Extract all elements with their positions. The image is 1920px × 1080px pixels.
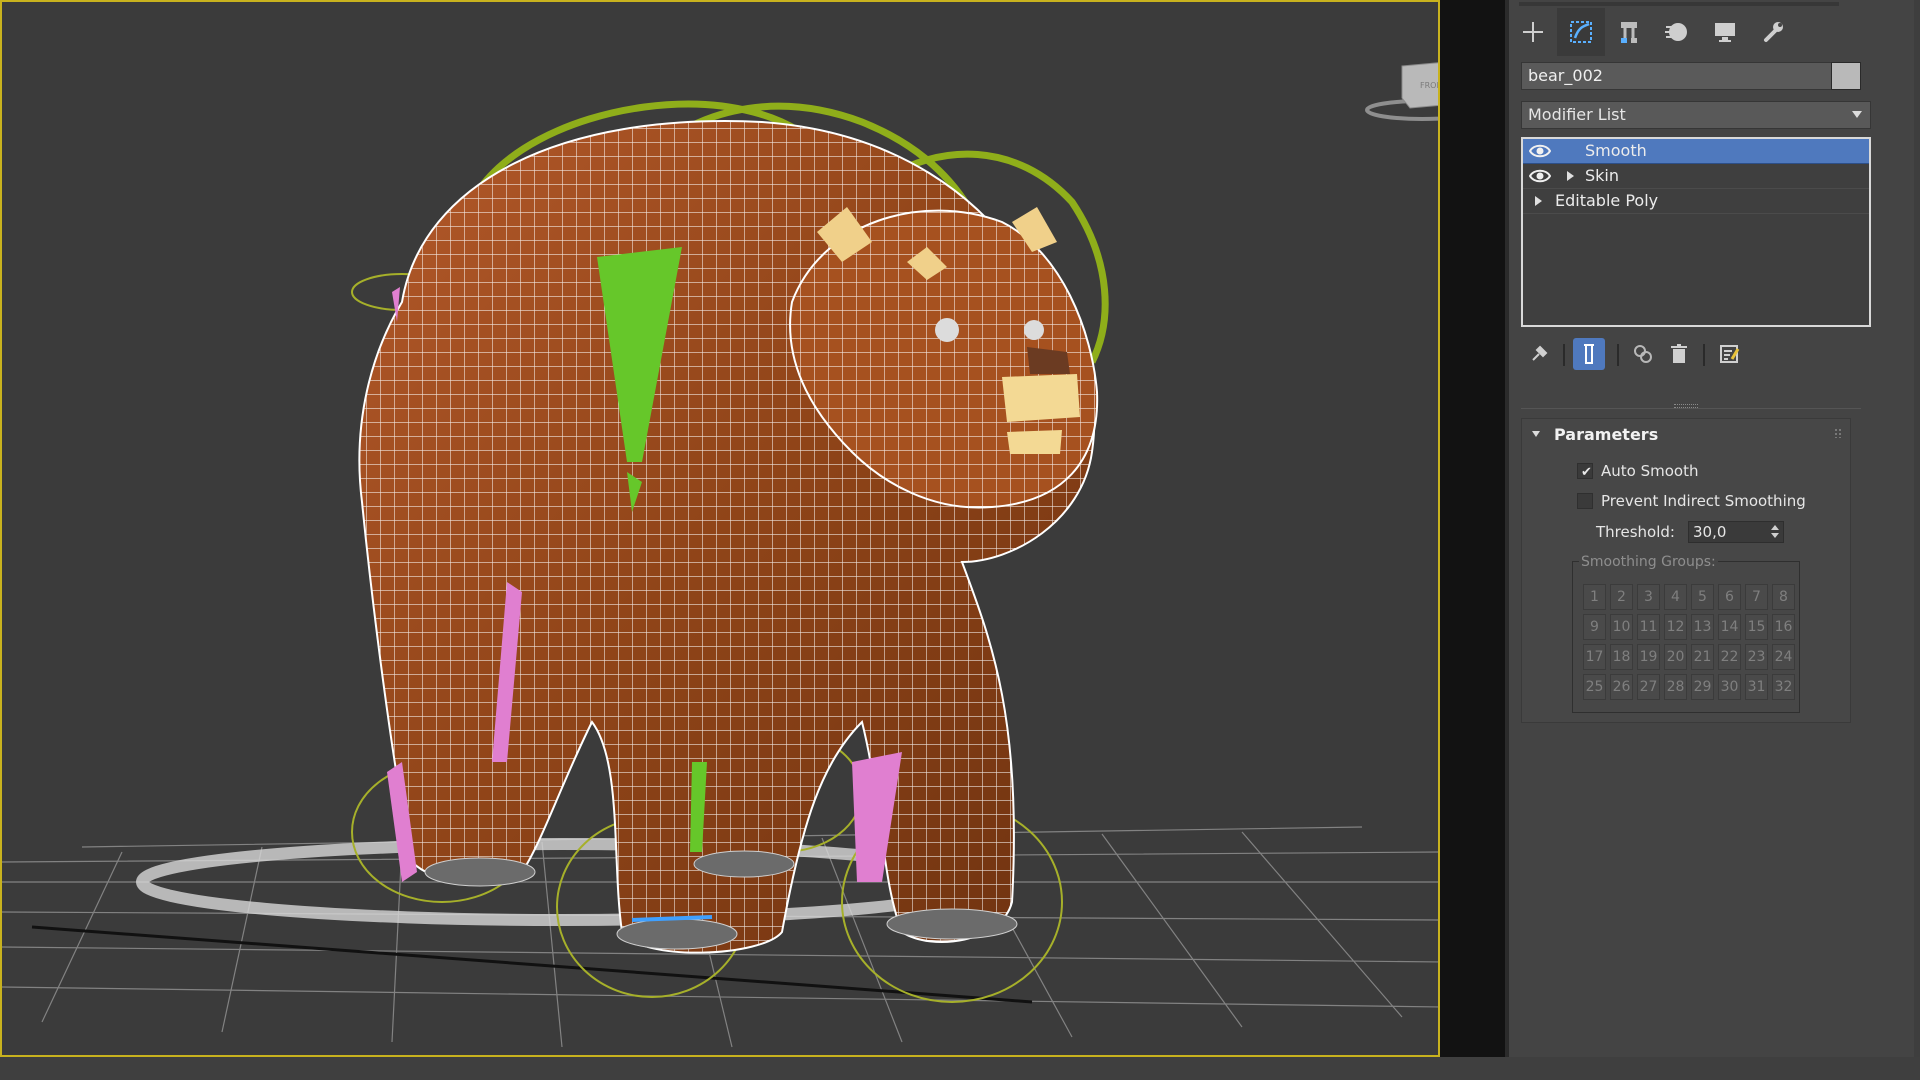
smoothing-group-button: 1 — [1583, 584, 1606, 610]
smoothing-group-button: 2 — [1610, 584, 1633, 610]
expand-arrow-icon[interactable] — [1567, 171, 1574, 181]
collapse-caret-icon[interactable] — [1532, 431, 1540, 437]
prevent-indirect-checkbox[interactable] — [1577, 493, 1593, 509]
stack-item-skin[interactable]: Skin — [1523, 164, 1869, 189]
smoothing-group-button: 32 — [1772, 674, 1795, 700]
smoothing-group-button: 12 — [1664, 614, 1687, 640]
modifier-stack[interactable]: Smooth Skin Editable Poly — [1521, 137, 1871, 327]
prevent-indirect-label: Prevent Indirect Smoothing — [1601, 492, 1806, 510]
smoothing-group-button: 29 — [1691, 674, 1714, 700]
smoothing-group-button: 27 — [1637, 674, 1660, 700]
parameters-rollout-header[interactable]: Parameters — [1522, 419, 1850, 449]
smoothing-group-button: 17 — [1583, 644, 1606, 670]
spinner-arrows-icon[interactable] — [1771, 525, 1779, 539]
smoothing-group-button: 26 — [1610, 674, 1633, 700]
smoothing-group-button: 10 — [1610, 614, 1633, 640]
hierarchy-icon[interactable] — [1605, 8, 1653, 56]
expand-arrow-icon[interactable] — [1535, 196, 1542, 206]
viewport-gutter — [1440, 0, 1505, 1057]
smoothing-group-button: 15 — [1745, 614, 1768, 640]
smoothing-group-button: 3 — [1637, 584, 1660, 610]
smoothing-group-button: 16 — [1772, 614, 1795, 640]
smoothing-group-button: 31 — [1745, 674, 1768, 700]
smoothing-group-button: 18 — [1610, 644, 1633, 670]
modifier-list-dropdown[interactable]: Modifier List — [1521, 101, 1871, 129]
chevron-down-icon — [1852, 111, 1862, 118]
checkmark-icon: ✔ — [1581, 465, 1592, 480]
smoothing-group-button: 6 — [1718, 584, 1741, 610]
stack-toolbar — [1521, 338, 1871, 370]
smoothing-group-button: 21 — [1691, 644, 1714, 670]
panel-scrollbar[interactable] — [1914, 0, 1920, 1057]
smoothing-group-button: 28 — [1664, 674, 1687, 700]
smoothing-group-button: 24 — [1772, 644, 1795, 670]
bear-mesh — [358, 120, 1099, 954]
smoothing-group-button: 23 — [1745, 644, 1768, 670]
command-panel: bear_002 Modifier List Smooth Skin Edita… — [1508, 0, 1920, 1057]
viewport-scene: FRONT — [2, 62, 1440, 1048]
smoothing-groups-title: Smoothing Groups: — [1579, 554, 1718, 570]
make-unique-icon[interactable] — [1627, 338, 1659, 370]
smoothing-group-button: 7 — [1745, 584, 1768, 610]
drag-handle-icon[interactable] — [1834, 428, 1842, 438]
status-bar — [0, 1057, 1920, 1080]
smoothing-group-button: 22 — [1718, 644, 1741, 670]
threshold-value: 30,0 — [1693, 523, 1727, 541]
create-plus-icon[interactable] — [1509, 8, 1557, 56]
smoothing-group-button: 11 — [1637, 614, 1660, 640]
smoothing-group-button: 4 — [1664, 584, 1687, 610]
modify-bend-icon[interactable] — [1557, 8, 1605, 56]
utilities-wrench-icon[interactable] — [1749, 8, 1797, 56]
grid-axis-line — [31, 925, 1033, 1004]
threshold-label: Threshold: — [1596, 523, 1675, 541]
display-monitor-icon[interactable] — [1701, 8, 1749, 56]
remove-modifier-icon[interactable] — [1663, 338, 1695, 370]
object-color-swatch[interactable] — [1831, 62, 1861, 90]
smoothing-groups-grid: 1 2 3 4 5 6 7 8 9 10 11 12 13 14 15 16 1 — [1583, 584, 1795, 700]
object-name-field[interactable]: bear_002 — [1521, 62, 1833, 90]
smoothing-group-button: 14 — [1718, 614, 1741, 640]
viewcube-label: FRONT — [1420, 81, 1440, 90]
smoothing-group-button: 9 — [1583, 614, 1606, 640]
stack-item-editable-poly[interactable]: Editable Poly — [1523, 189, 1869, 214]
configure-modifier-sets-icon[interactable] — [1713, 338, 1745, 370]
smoothing-group-button: 19 — [1637, 644, 1660, 670]
threshold-spinner[interactable]: 30,0 — [1688, 521, 1784, 543]
eye-icon[interactable] — [1529, 168, 1551, 184]
parameters-rollout: Parameters ✔ Auto Smooth Prevent Indirec… — [1521, 418, 1851, 723]
pin-stack-icon[interactable] — [1523, 338, 1555, 370]
viewport-perspective[interactable]: FRONT — [0, 0, 1440, 1057]
viewcube[interactable]: FRONT — [1365, 62, 1440, 121]
modifier-list-label: Modifier List — [1528, 105, 1626, 124]
stack-item-label: Smooth — [1585, 141, 1647, 160]
stack-item-label: Editable Poly — [1555, 191, 1659, 210]
stack-item-label: Skin — [1585, 166, 1620, 185]
command-panel-tabs — [1509, 8, 1809, 56]
smoothing-group-button: 8 — [1772, 584, 1795, 610]
auto-smooth-checkbox[interactable]: ✔ — [1577, 463, 1593, 480]
rollout-title: Parameters — [1554, 425, 1659, 444]
show-end-result-icon[interactable] — [1573, 338, 1605, 370]
smoothing-groups-box: Smoothing Groups: 1 2 3 4 5 6 7 8 9 10 1… — [1572, 554, 1800, 713]
smoothing-group-button: 20 — [1664, 644, 1687, 670]
auto-smooth-label: Auto Smooth — [1601, 462, 1699, 480]
eye-icon[interactable] — [1529, 143, 1551, 159]
motion-sphere-icon[interactable] — [1653, 8, 1701, 56]
smoothing-group-button: 30 — [1718, 674, 1741, 700]
smoothing-group-button: 25 — [1583, 674, 1606, 700]
smoothing-group-button: 13 — [1691, 614, 1714, 640]
stack-item-smooth[interactable]: Smooth — [1523, 139, 1869, 164]
smoothing-group-button: 5 — [1691, 584, 1714, 610]
